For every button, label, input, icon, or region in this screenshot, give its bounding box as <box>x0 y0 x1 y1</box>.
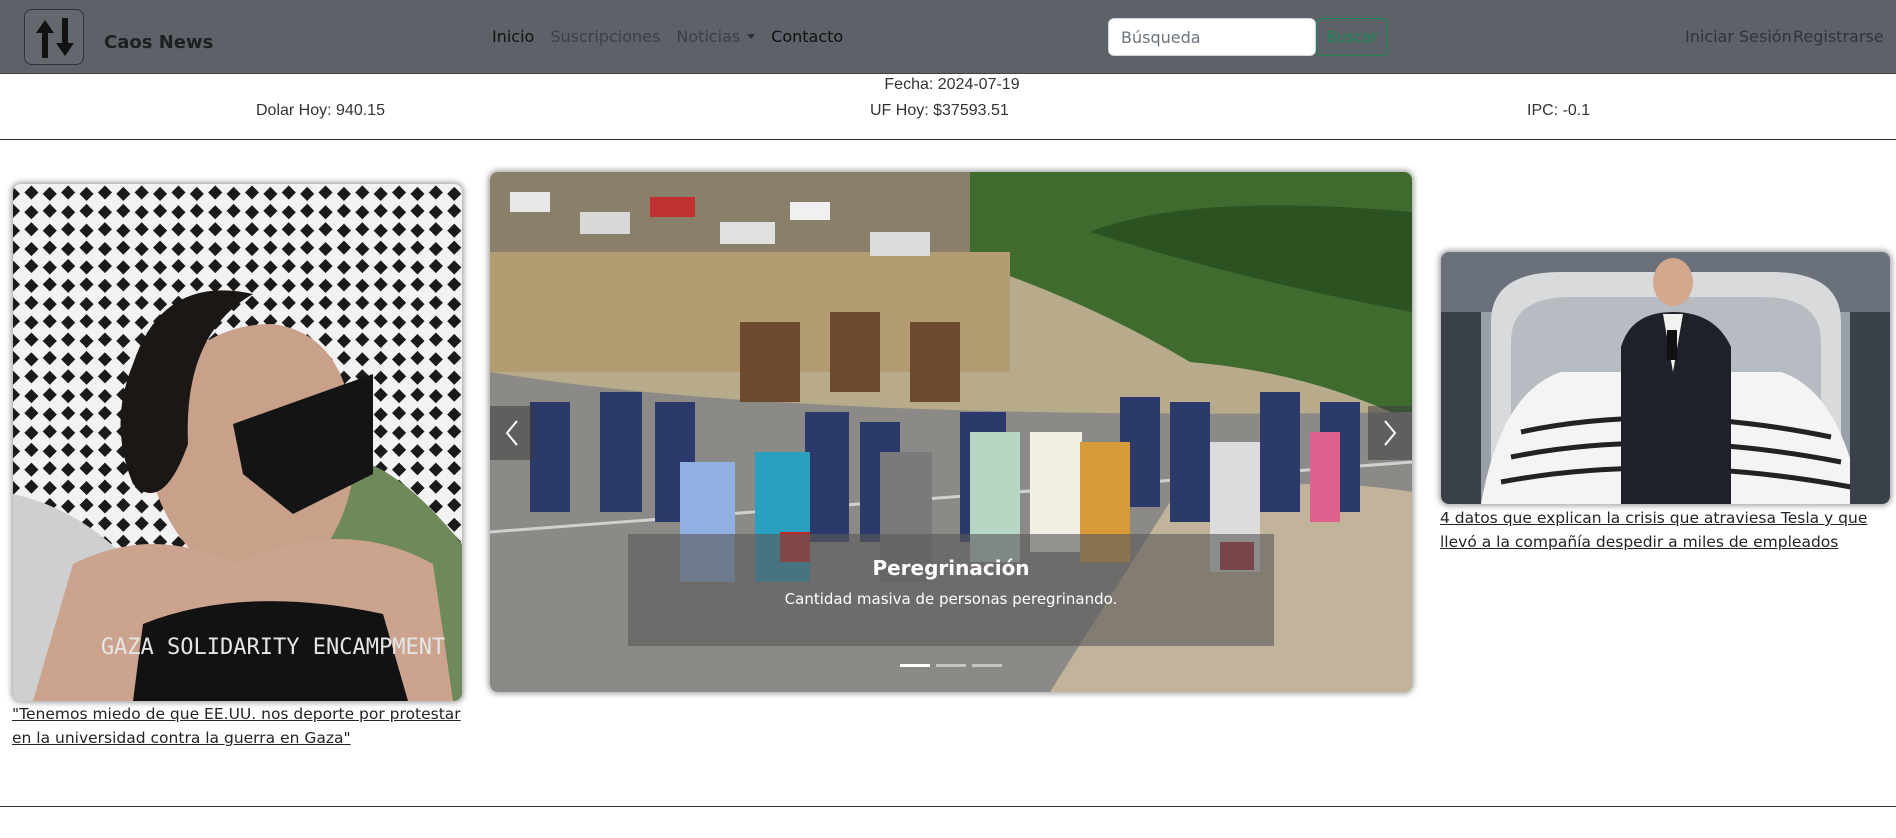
shirt-print-text: GAZA SOLIDARITY ENCAMPMENT <box>101 635 445 660</box>
divider-top <box>0 139 1896 140</box>
news-image-tesla[interactable] <box>1441 252 1890 504</box>
login-link[interactable]: Iniciar Sesión <box>1685 27 1792 46</box>
news-link-gaza[interactable]: "Tenemos miedo de que EE.UU. nos deporte… <box>12 702 472 750</box>
nav-contacto[interactable]: Contacto <box>771 27 843 46</box>
chevron-left-icon <box>505 420 518 446</box>
dolar-indicator: Dolar Hoy: 940.15 <box>256 102 385 119</box>
search-button[interactable]: Buscar <box>1316 18 1388 56</box>
carousel-indicator-3[interactable] <box>972 664 1002 667</box>
carousel-caption-text: Cantidad masiva de personas peregrinando… <box>784 590 1118 608</box>
carousel-indicator-1[interactable] <box>900 664 930 667</box>
nav-suscripciones[interactable]: Suscripciones <box>550 27 660 46</box>
search-input[interactable] <box>1108 18 1316 56</box>
main-carousel[interactable]: Peregrinación Cantidad masiva de persona… <box>490 172 1412 692</box>
news-link-tesla[interactable]: 4 datos que explican la crisis que atrav… <box>1440 506 1896 554</box>
caret-down-icon <box>747 34 756 39</box>
divider-bottom <box>0 806 1896 807</box>
carousel-indicator-2[interactable] <box>936 664 966 667</box>
carousel-next-button[interactable] <box>1368 406 1412 460</box>
brand-name[interactable]: Caos News <box>104 32 213 53</box>
carousel-title: Peregrinación <box>872 556 1030 580</box>
arrows-up-down-icon[interactable] <box>24 9 84 65</box>
register-link[interactable]: Registrarse <box>1793 27 1884 46</box>
carousel-indicators <box>900 664 1002 667</box>
date-display: Fecha: 2024-07-19 <box>884 76 1020 93</box>
uf-indicator: UF Hoy: $37593.51 <box>870 102 1009 119</box>
ipc-indicator: IPC: -0.1 <box>1527 102 1591 119</box>
navbar: Caos News Inicio Suscripciones Noticias … <box>0 0 1896 74</box>
nav-noticias-dropdown[interactable]: Noticias <box>676 27 756 46</box>
chevron-right-icon <box>1384 420 1397 446</box>
carousel-caption: Peregrinación Cantidad masiva de persona… <box>628 534 1274 646</box>
nav-inicio[interactable]: Inicio <box>492 27 534 46</box>
carousel-prev-button[interactable] <box>490 406 534 460</box>
nav-noticias-label: Noticias <box>676 27 741 46</box>
nav-menu: Inicio Suscripciones Noticias Contacto <box>492 27 859 46</box>
news-image-protest[interactable]: GAZA SOLIDARITY ENCAMPMENT <box>13 184 462 701</box>
